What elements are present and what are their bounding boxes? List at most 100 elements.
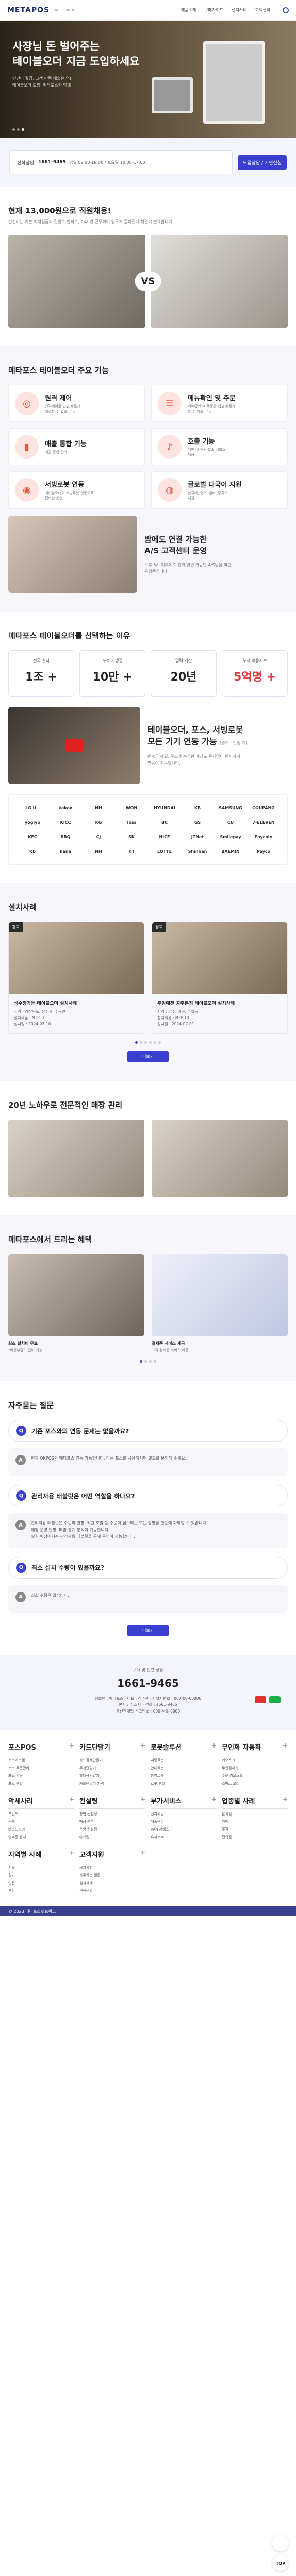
search-icon[interactable] <box>283 7 289 13</box>
sitemap-heading[interactable]: 부가서비스 + <box>151 1795 217 1809</box>
sitemap-heading[interactable]: 고객지원 + <box>79 1849 145 1862</box>
consult-button[interactable]: 도입상담 / 시연신청 <box>238 155 287 170</box>
plus-icon[interactable]: + <box>140 1849 145 1859</box>
install-pager[interactable] <box>8 1041 288 1044</box>
sitemap-link[interactable]: 견적문의 <box>79 1888 145 1893</box>
plus-icon[interactable]: + <box>211 1742 217 1752</box>
sitemap-link[interactable]: 서울 <box>8 1865 74 1870</box>
question-text: 관리자용 태블릿은 어떤 역할을 하나요? <box>31 1492 135 1500</box>
sitemap-heading[interactable]: 로봇솔루션 + <box>151 1742 217 1755</box>
sitemap-link[interactable]: 영수증 용지 <box>8 1835 74 1840</box>
sitemap-link[interactable]: 포스 주문관리 <box>8 1766 74 1771</box>
sitemap-column: 로봇솔루션 + 서빙로봇안내로봇방역로봇로봇 렌탈 <box>151 1742 217 1786</box>
sitemap-link[interactable]: 카페 <box>222 1819 288 1824</box>
plus-icon[interactable]: + <box>69 1795 74 1805</box>
menu-item[interactable]: 고객센터 <box>255 7 270 13</box>
sitemap-heading[interactable]: 악세사리 + <box>8 1795 74 1809</box>
sitemap-link[interactable]: 음식점 <box>222 1811 288 1817</box>
naver-icon[interactable] <box>269 1696 281 1703</box>
sitemap-link[interactable]: 무선단말기 <box>79 1766 145 1771</box>
hero-pager[interactable] <box>12 128 24 131</box>
sitemap-heading[interactable]: 업종별 사례 + <box>222 1795 288 1809</box>
sitemap-link[interactable]: VAN 서비스 <box>151 1827 217 1832</box>
chat-float-button[interactable] <box>272 2535 289 2551</box>
plus-icon[interactable]: + <box>140 1742 145 1752</box>
install-card[interactable]: 경북 생수장가든 테이블오더 설치사례 지역 : 경상북도, 상주시, 수동면 설… <box>8 922 144 1034</box>
plus-icon[interactable]: + <box>69 1849 74 1859</box>
plus-icon[interactable]: + <box>69 1742 74 1752</box>
sitemap-link[interactable]: 카드단말기 가격 <box>79 1781 145 1786</box>
plus-icon[interactable]: + <box>283 1742 288 1752</box>
sitemap-link[interactable]: 키오스크 <box>222 1758 288 1763</box>
logo[interactable]: METAPOS <box>7 6 50 14</box>
video-thumbnail[interactable] <box>8 707 140 784</box>
sitemap-link[interactable]: 창업 컨설팅 <box>79 1811 145 1817</box>
sitemap-heading[interactable]: 무인화 자동화 + <box>222 1742 288 1755</box>
sitemap-link[interactable]: 포스 렌탈 <box>8 1781 74 1786</box>
sitemap-link[interactable]: 편의점 <box>222 1835 288 1840</box>
sitemap-link[interactable]: 설치사례 <box>79 1880 145 1886</box>
sitemap-link[interactable]: 공지사항 <box>79 1865 145 1870</box>
sitemap-heading-label: 포스POS <box>8 1743 36 1752</box>
faq-question[interactable]: Q 최소 설치 수량이 있을까요? <box>8 1556 288 1579</box>
sitemap-link[interactable]: 무인결제기 <box>222 1766 288 1771</box>
menu-item[interactable]: 제품소개 <box>181 7 196 13</box>
sitemap-link[interactable]: 포스시스템 <box>8 1758 74 1763</box>
plus-icon[interactable]: + <box>140 1795 145 1805</box>
pos-image <box>152 77 193 113</box>
sitemap-link[interactable]: 휴대용단말기 <box>79 1773 145 1778</box>
faq-question[interactable]: Q 관리자용 태블릿은 어떤 역할을 하나요? <box>8 1485 288 1506</box>
benefit-image[interactable] <box>152 1254 288 1336</box>
benefit-image[interactable] <box>8 1254 144 1336</box>
sitemap-link[interactable]: 안내로봇 <box>151 1766 217 1771</box>
sitemap-link[interactable]: 유지보수 <box>151 1835 217 1840</box>
sitemap-link[interactable]: 인천 <box>8 1880 74 1886</box>
partner-logo: CU <box>227 820 234 825</box>
benefit-name: 최초 설치비 무료 <box>8 1341 38 1346</box>
install-card[interactable]: 경북 두암예천 공주본점 테이블오더 설치사례 지역 : 경주, 예구, 수입동 … <box>152 922 288 1034</box>
sitemap-link[interactable]: 방역로봇 <box>151 1773 217 1778</box>
sitemap-link[interactable]: 포스 연동 <box>8 1773 74 1778</box>
bell-icon: ♪ <box>158 435 182 459</box>
sitemap-link[interactable]: 서빙로봇 <box>151 1758 217 1763</box>
faq-more-button[interactable]: 더보기 <box>127 1624 169 1636</box>
plus-icon[interactable]: + <box>211 1795 217 1805</box>
sitemap-link[interactable]: 전자세금 <box>151 1811 217 1817</box>
sitemap-heading[interactable]: 카드단말기 + <box>79 1742 145 1755</box>
consult-phone[interactable]: 1661-9465 <box>38 160 66 165</box>
menu-item[interactable]: 설치사례 <box>232 7 246 13</box>
sitemap-link[interactable]: 운영 컨설팅 <box>79 1827 145 1832</box>
benefit-pager[interactable] <box>8 1360 288 1363</box>
faq-question[interactable]: Q 기존 포스와의 연동 문제는 없을까요? <box>8 1420 288 1442</box>
sitemap-heading-label: 컨설팅 <box>79 1797 98 1805</box>
youtube-icon[interactable] <box>255 1696 266 1703</box>
sitemap-heading[interactable]: 지역별 사례 + <box>8 1849 74 1862</box>
sitemap-link[interactable]: 매출관리 <box>151 1819 217 1824</box>
globe-icon: ◍ <box>158 478 182 502</box>
partner-logo: KICC <box>60 820 71 825</box>
sitemap-link[interactable]: 자주하는 질문 <box>79 1873 145 1878</box>
sitemap-link[interactable]: 부산 <box>8 1888 74 1893</box>
tablet-order-image <box>8 235 145 328</box>
sitemap-heading[interactable]: 컨설팅 + <box>79 1795 145 1809</box>
sitemap-link[interactable]: 스마트 오더 <box>222 1781 288 1786</box>
play-icon[interactable] <box>65 739 84 752</box>
menu-item[interactable]: 구매가이드 <box>204 7 223 13</box>
sitemap-link[interactable]: 주문 키오스크 <box>222 1773 288 1778</box>
plus-icon[interactable]: + <box>283 1795 288 1805</box>
sitemap-link[interactable]: 로봇 렌탈 <box>151 1781 217 1786</box>
install-more-button[interactable]: 더보기 <box>127 1051 169 1062</box>
chart-icon: ▮ <box>15 435 39 459</box>
sitemap-link[interactable]: 경기 <box>8 1873 74 1878</box>
sitemap-link[interactable]: 주점 <box>222 1827 288 1832</box>
sitemap-link[interactable]: 마케팅 <box>79 1835 145 1840</box>
sitemap-link[interactable]: 카드결제단말기 <box>79 1758 145 1763</box>
contact-phone[interactable]: 1661-9465 <box>8 1677 288 1689</box>
sitemap-link[interactable]: 매장 분석 <box>79 1819 145 1824</box>
sitemap-column: 컨설팅 + 창업 컨설팅매장 분석운영 컨설팅마케팅 <box>79 1795 145 1840</box>
top-button[interactable]: TOP <box>272 2555 289 2571</box>
sitemap-link[interactable]: 바코드리더 <box>8 1827 74 1832</box>
sitemap-link[interactable]: 프린터 <box>8 1811 74 1817</box>
sitemap-link[interactable]: 돈통 <box>8 1819 74 1824</box>
sitemap-heading[interactable]: 포스POS + <box>8 1742 74 1755</box>
